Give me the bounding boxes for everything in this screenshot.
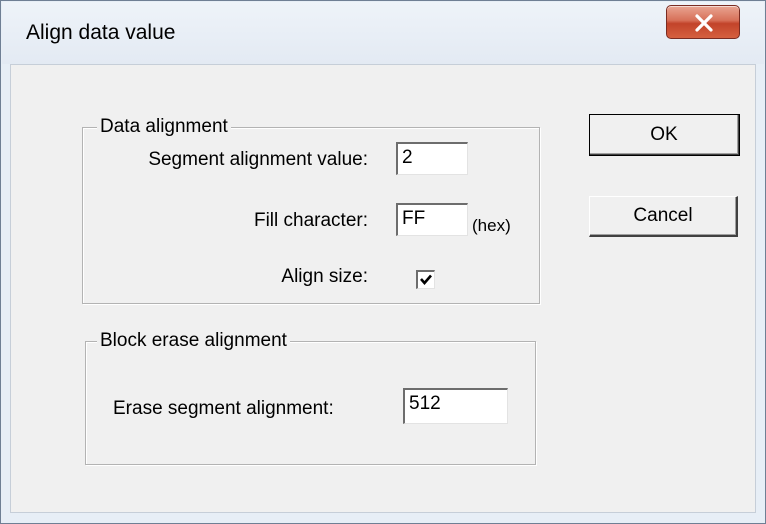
data-alignment-group: Data alignment Segment alignment value: … — [82, 115, 540, 304]
dialog-client-area: Data alignment Segment alignment value: … — [10, 64, 756, 513]
fill-character-input[interactable]: FF — [396, 203, 468, 236]
dialog-title: Align data value — [26, 21, 176, 44]
block-erase-alignment-legend: Block erase alignment — [97, 329, 290, 353]
check-icon — [420, 274, 432, 285]
close-icon — [695, 14, 713, 32]
cancel-button-label: Cancel — [633, 205, 693, 226]
segment-alignment-input[interactable]: 2 — [396, 142, 468, 175]
cancel-button[interactable]: Cancel — [589, 196, 738, 237]
align-size-checkbox[interactable] — [416, 270, 435, 289]
ok-button-label: OK — [650, 123, 678, 145]
close-button[interactable] — [666, 5, 740, 39]
ok-button[interactable]: OK — [589, 114, 740, 156]
segment-alignment-label: Segment alignment value: — [148, 149, 368, 170]
block-erase-alignment-group: Block erase alignment Erase segment alig… — [85, 329, 536, 465]
erase-segment-alignment-input[interactable]: 512 — [403, 388, 508, 424]
dialog-window: Align data value Data alignment Segment … — [0, 0, 766, 524]
align-size-label: Align size: — [281, 266, 368, 287]
title-bar[interactable]: Align data value — [2, 2, 764, 64]
erase-segment-alignment-label: Erase segment alignment: — [113, 398, 334, 419]
data-alignment-legend: Data alignment — [97, 115, 231, 139]
fill-character-label: Fill character: — [253, 210, 368, 231]
fill-unit-label: (hex) — [472, 216, 511, 235]
